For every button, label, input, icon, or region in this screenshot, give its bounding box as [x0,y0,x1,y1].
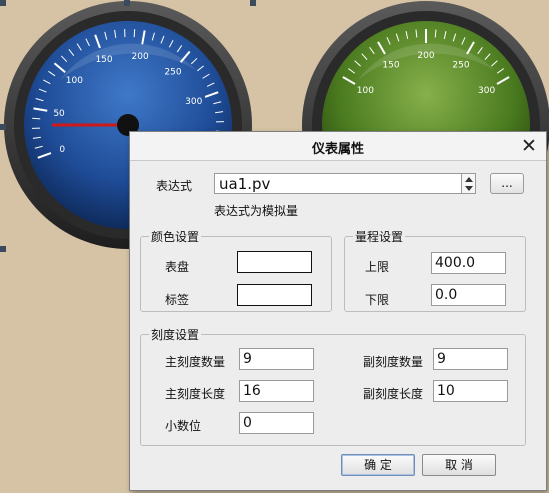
tick-label: 150 [382,60,399,70]
decimals-input[interactable]: 0 [239,412,314,434]
cancel-button[interactable]: 取 消 [422,454,496,476]
tick-label: 50 [53,109,65,119]
tick-label: 300 [185,97,202,107]
range-settings-title: 量程设置 [353,228,406,245]
minor-count-input[interactable]: 9 [433,348,508,370]
minor-length-label: 副刻度长度 [363,387,424,401]
major-count-input[interactable]: 9 [239,348,314,370]
scale-settings-group: 刻度设置 主刻度数量 9 副刻度数量 9 主刻度长度 16 副刻度长度 10 小… [140,326,526,446]
tag-color-swatch[interactable] [237,284,312,306]
color-settings-title: 颜色设置 [149,228,202,245]
selection-handle[interactable] [0,124,6,130]
selection-handle[interactable] [0,0,6,6]
tick-label: 250 [452,60,469,70]
expression-spinner[interactable] [462,173,476,194]
browse-button[interactable]: ... [490,173,524,194]
dial-color-label: 表盘 [165,260,190,274]
selection-handle[interactable] [250,0,256,6]
close-icon[interactable]: ✕ [520,137,538,156]
tick-label: 200 [132,52,149,62]
spin-up-icon[interactable] [465,177,473,182]
expression-label: 表达式 [156,179,193,193]
selection-handle[interactable] [124,0,130,6]
upper-limit-label: 上限 [365,260,390,274]
minor-length-input[interactable]: 10 [433,380,508,402]
tick-label: 0 [59,145,65,155]
upper-limit-input[interactable]: 400.0 [431,252,506,274]
major-length-label: 主刻度长度 [165,387,226,401]
tick-label: 300 [478,86,495,96]
tag-color-label: 标签 [165,293,190,307]
tick-label: 100 [357,86,374,96]
ok-button[interactable]: 确 定 [341,454,415,476]
scale-settings-title: 刻度设置 [149,326,202,343]
lower-limit-input[interactable]: 0.0 [431,284,506,306]
lower-limit-label: 下限 [365,293,390,307]
spin-down-icon[interactable] [465,186,473,191]
dialog-title: 仪表属性 [311,142,364,157]
minor-count-label: 副刻度数量 [363,355,424,369]
dialog-titlebar[interactable]: 仪表属性 ✕ [130,132,546,161]
tick-label: 200 [417,51,434,61]
tick-label: 250 [164,67,181,77]
major-count-label: 主刻度数量 [165,355,226,369]
decimals-label: 小数位 [165,419,202,433]
minor-tick [32,117,41,120]
expression-input[interactable]: ua1.pv [214,173,462,194]
color-settings-group: 颜色设置 表盘 标签 [140,228,332,312]
expression-hint: 表达式为模拟量 [214,204,299,218]
tick-label: 100 [66,76,83,86]
major-length-input[interactable]: 16 [239,380,314,402]
selection-handle[interactable] [0,246,6,252]
gauge-properties-dialog: 仪表属性 ✕ 表达式 ua1.pv ... 表达式为模拟量 颜色设置 表盘 标签… [129,131,547,491]
range-settings-group: 量程设置 上限 400.0 下限 0.0 [344,228,526,312]
minor-tick [133,29,136,38]
dial-color-swatch[interactable] [237,251,312,273]
tick-label: 150 [95,55,112,65]
